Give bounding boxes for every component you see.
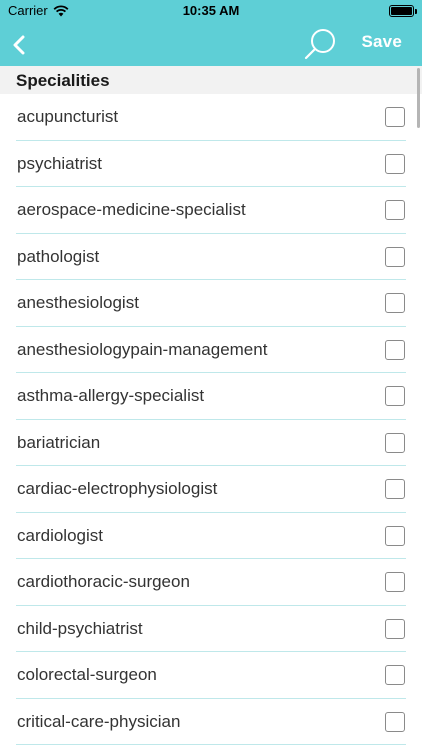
status-bar: Carrier 10:35 AM bbox=[0, 0, 422, 22]
search-button[interactable] bbox=[303, 26, 339, 62]
specialty-label: aerospace-medicine-specialist bbox=[17, 200, 246, 219]
save-button[interactable]: Save bbox=[361, 32, 402, 52]
specialities-list: acupuncturist psychiatrist aerospace-medic… bbox=[0, 94, 422, 745]
list-item[interactable]: critical-care-physician bbox=[0, 699, 422, 745]
list-item[interactable]: psychiatrist bbox=[0, 141, 422, 187]
specialty-label: colorectal-surgeon bbox=[17, 665, 157, 684]
specialty-label: pathologist bbox=[17, 246, 100, 266]
specialty-checkbox[interactable] bbox=[385, 572, 405, 592]
specialty-checkbox[interactable] bbox=[385, 339, 405, 360]
battery-icon bbox=[389, 5, 417, 17]
specialty-label: child-psychiatrist bbox=[17, 618, 143, 638]
specialty-checkbox[interactable] bbox=[385, 246, 405, 267]
specialty-label: bariatrician bbox=[17, 432, 101, 452]
navigation-bar: Carrier 10:35 AM Save bbox=[0, 0, 422, 66]
specialty-checkbox[interactable] bbox=[385, 665, 405, 685]
list-item[interactable]: cardiac-electrophysiologist bbox=[0, 466, 422, 513]
list-item[interactable]: asthma-allergy-specialist bbox=[0, 373, 422, 420]
specialty-checkbox[interactable] bbox=[385, 153, 405, 174]
specialty-label: critical-care-physician bbox=[17, 711, 181, 731]
back-button[interactable] bbox=[8, 30, 30, 60]
list-item[interactable]: cardiologist bbox=[0, 513, 422, 559]
specialty-checkbox[interactable] bbox=[385, 525, 405, 546]
specialty-checkbox[interactable] bbox=[385, 293, 405, 313]
specialty-checkbox[interactable] bbox=[385, 432, 405, 453]
specialty-label: cardiologist bbox=[17, 525, 103, 545]
list-item[interactable]: anesthesiologist bbox=[0, 280, 422, 327]
section-header: Specialities bbox=[0, 66, 422, 94]
specialty-checkbox[interactable] bbox=[385, 386, 405, 406]
chevron-left-icon bbox=[13, 35, 25, 55]
specialty-label: acupuncturist bbox=[17, 107, 119, 126]
specialty-label: anesthesiologypain-management bbox=[17, 339, 268, 359]
list-item[interactable]: pathologist bbox=[0, 234, 422, 280]
specialty-label: cardiac-electrophysiologist bbox=[17, 479, 218, 498]
specialty-checkbox[interactable] bbox=[385, 107, 405, 127]
specialty-checkbox[interactable] bbox=[385, 200, 405, 220]
list-item[interactable]: aerospace-medicine-specialist bbox=[0, 187, 422, 234]
specialty-checkbox[interactable] bbox=[385, 618, 405, 639]
list-item[interactable]: bariatrician bbox=[0, 420, 422, 466]
status-time: 10:35 AM bbox=[182, 3, 240, 18]
specialty-label: psychiatrist bbox=[17, 153, 103, 173]
list-item[interactable]: child-psychiatrist bbox=[0, 606, 422, 652]
specialty-label: anesthesiologist bbox=[17, 293, 139, 312]
specialty-label: asthma-allergy-specialist bbox=[17, 386, 205, 405]
list-item[interactable]: cardiothoracic-surgeon bbox=[0, 559, 422, 606]
specialty-checkbox[interactable] bbox=[385, 711, 405, 732]
list-item[interactable]: acupuncturist bbox=[0, 94, 422, 141]
battery-fill bbox=[391, 7, 412, 15]
specialty-label: cardiothoracic-surgeon bbox=[17, 572, 190, 591]
list-item[interactable]: anesthesiologypain-management bbox=[0, 327, 422, 373]
row-divider bbox=[16, 744, 406, 745]
search-icon bbox=[304, 29, 335, 60]
section-title: Specialities bbox=[16, 71, 110, 90]
specialty-checkbox[interactable] bbox=[385, 479, 405, 499]
scrollbar[interactable] bbox=[417, 68, 420, 128]
list-item[interactable]: colorectal-surgeon bbox=[0, 652, 422, 699]
